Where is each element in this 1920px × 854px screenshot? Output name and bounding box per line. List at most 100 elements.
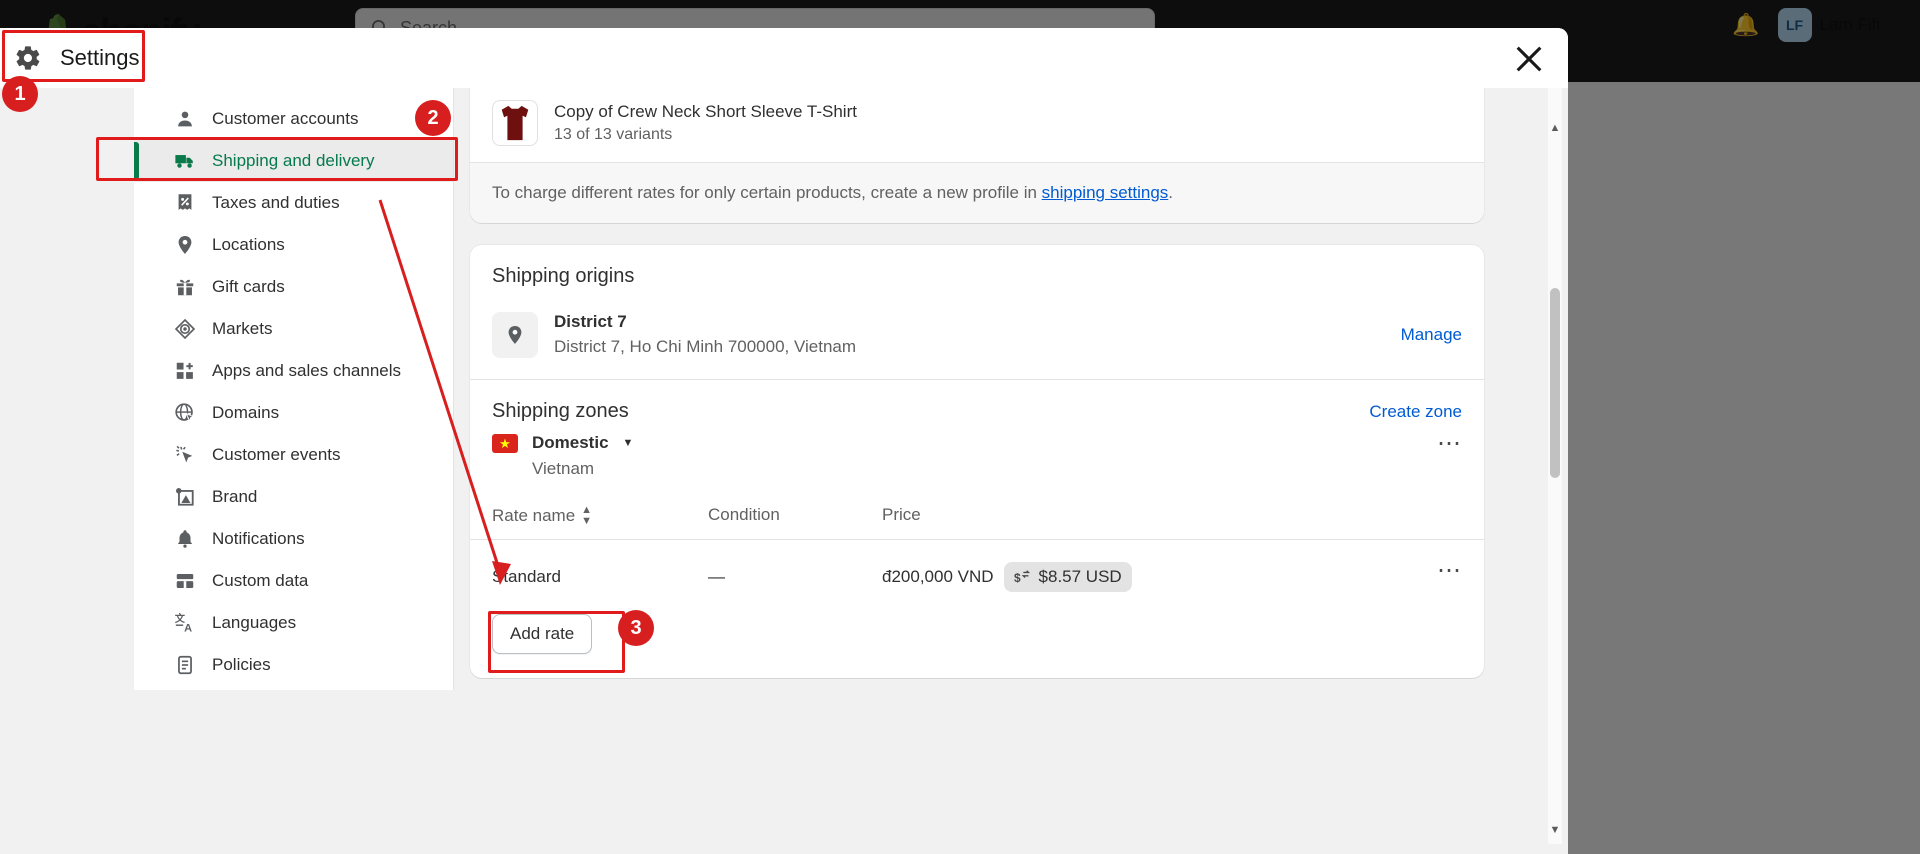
shipping-origins-title: Shipping origins xyxy=(492,265,635,288)
sidebar-item-label: Notifications xyxy=(212,529,305,548)
product-row: Copy of Crew Neck Short Sleeve T-Shirt 1… xyxy=(470,88,1484,162)
sidebar-item-domains[interactable]: Domains xyxy=(134,392,453,434)
annotation-badge-1: 1 xyxy=(2,76,38,112)
sidebar-item-gift-cards[interactable]: Gift cards xyxy=(134,266,453,308)
sidebar-item-policies[interactable]: Policies xyxy=(134,644,453,686)
cell-condition: — xyxy=(708,567,725,587)
database-icon xyxy=(176,574,194,588)
modal-title-group: Settings xyxy=(14,44,140,72)
origin-info: District 7 District 7, Ho Chi Minh 70000… xyxy=(554,310,1385,359)
markets-globe-icon xyxy=(174,318,196,340)
sidebar-item-apps-and-sales-channels[interactable]: Apps and sales channels xyxy=(134,350,453,392)
product-info: Copy of Crew Neck Short Sleeve T-Shirt 1… xyxy=(554,100,857,146)
annotation-badge-3: 3 xyxy=(618,610,654,646)
zone-title-line[interactable]: ★ Domestic ▼ xyxy=(492,433,1462,453)
bell-icon xyxy=(177,530,193,548)
location-pin-icon xyxy=(492,311,538,358)
modal-body: Customer accounts Shipping and delivery xyxy=(0,88,1568,854)
sidebar-item-locations[interactable]: Locations xyxy=(134,224,453,266)
origin-row: District 7 District 7, Ho Chi Minh 70000… xyxy=(470,292,1484,379)
rate-table-header: Rate name ▲ ▼ Condition Price xyxy=(470,505,1484,541)
person-icon xyxy=(178,111,192,127)
sort-arrows-icon[interactable]: ▲ ▼ xyxy=(581,505,592,527)
sidebar-item-languages[interactable]: 文 A Languages xyxy=(134,602,453,644)
product-name: Copy of Crew Neck Short Sleeve T-Shirt xyxy=(554,102,857,121)
price-local: đ200,000 VND xyxy=(882,567,994,587)
sidebar-item-brand[interactable]: Brand xyxy=(134,476,453,518)
settings-content: Copy of Crew Neck Short Sleeve T-Shirt 1… xyxy=(454,88,1568,854)
sidebar-item-label: Custom data xyxy=(212,571,309,590)
origin-name: District 7 xyxy=(554,312,627,332)
sidebar-item-label: Taxes and duties xyxy=(212,193,340,212)
profile-notice: To charge different rates for only certa… xyxy=(470,162,1484,224)
apps-grid-plus-icon xyxy=(176,362,193,379)
settings-modal: Settings Customer accounts Shipping and … xyxy=(0,28,1568,854)
sidebar-item-label: Customer events xyxy=(212,445,341,464)
notice-text-after: . xyxy=(1168,183,1174,203)
sidebar-item-label: Customer accounts xyxy=(212,109,359,128)
sidebar-item-customer-accounts[interactable]: Customer accounts xyxy=(134,98,453,140)
notice-text-before: To charge different rates for only certa… xyxy=(492,183,1042,203)
tshirt-thumbnail xyxy=(492,100,538,147)
sidebar-item-label: Locations xyxy=(212,235,285,254)
cell-price: đ200,000 VND $ $8.57 USD xyxy=(882,562,1462,593)
manage-link[interactable]: Manage xyxy=(1401,325,1462,345)
badge-number: 1 xyxy=(14,82,26,105)
sidebar-item-markets[interactable]: Markets xyxy=(134,308,453,350)
modal-header: Settings xyxy=(0,28,1568,88)
sidebar-item-label: Apps and sales channels xyxy=(212,361,402,380)
column-header-rate-name[interactable]: Rate name ▲ ▼ xyxy=(492,505,708,527)
shipping-origins-header: Shipping origins xyxy=(470,245,1484,292)
sidebar-item-label: Shipping and delivery xyxy=(212,151,375,170)
gift-icon xyxy=(176,279,194,296)
cell-rate-name: Standard xyxy=(492,567,561,587)
badge-number: 2 xyxy=(427,106,439,129)
add-rate-button[interactable]: Add rate xyxy=(492,614,593,655)
sidebar-item-label: Markets xyxy=(212,319,273,338)
scroll-up-arrow[interactable]: ▲ xyxy=(1548,120,1562,136)
scroll-down-arrow[interactable]: ▼ xyxy=(1548,822,1562,838)
modal-title: Settings xyxy=(60,45,140,70)
zone-overflow-menu[interactable]: ⋯ xyxy=(1437,429,1462,458)
sidebar-item-label: Gift cards xyxy=(212,277,285,296)
annotation-badge-2: 2 xyxy=(415,100,451,136)
sidebar-item-custom-data[interactable]: Custom data xyxy=(134,560,453,602)
sidebar-item-shipping-and-delivery[interactable]: Shipping and delivery xyxy=(134,140,453,182)
brand-image-icon xyxy=(176,488,194,506)
settings-sidebar: Customer accounts Shipping and delivery xyxy=(134,88,454,690)
location-pin-icon xyxy=(178,236,192,254)
chevron-down-icon[interactable]: ▼ xyxy=(623,437,634,449)
content-scrollbar[interactable]: ▲ ▼ xyxy=(1548,88,1562,844)
scrollbar-thumb[interactable] xyxy=(1550,288,1560,478)
zone-name: Domestic xyxy=(532,433,609,453)
shipping-zones-header: Shipping zones Create zone xyxy=(470,380,1484,433)
truck-icon xyxy=(175,155,193,168)
create-zone-link[interactable]: Create zone xyxy=(1369,402,1462,422)
table-row: Standard — đ200,000 VND $ $8.57 USD ⋯ xyxy=(470,540,1484,593)
click-sparkle-icon xyxy=(176,445,193,463)
currency-convert-icon: $ xyxy=(1014,570,1030,585)
price-usd-text: $8.57 USD xyxy=(1038,567,1122,587)
sidebar-item-label: Policies xyxy=(212,655,271,674)
shipping-settings-link[interactable]: shipping settings xyxy=(1042,183,1169,202)
column-header-price: Price xyxy=(882,505,921,525)
zone-country: Vietnam xyxy=(532,459,595,479)
price-usd-pill: $ $8.57 USD xyxy=(1003,562,1132,593)
sidebar-item-taxes-and-duties[interactable]: Taxes and duties xyxy=(134,182,453,224)
product-variants: 13 of 13 variants xyxy=(554,125,673,143)
product-profile-card: Copy of Crew Neck Short Sleeve T-Shirt 1… xyxy=(470,88,1484,224)
gear-icon xyxy=(16,46,40,70)
close-icon[interactable] xyxy=(1512,42,1546,76)
shipping-zones-title: Shipping zones xyxy=(492,400,629,423)
sidebar-item-label: Brand xyxy=(212,487,258,506)
globe-cursor-icon xyxy=(175,403,195,423)
svg-text:A: A xyxy=(184,622,192,634)
percent-receipt-icon xyxy=(178,194,192,210)
sidebar-item-label: Domains xyxy=(212,403,280,422)
sidebar-item-customer-events[interactable]: Customer events xyxy=(134,434,453,476)
badge-number: 3 xyxy=(630,616,642,639)
svg-text:$: $ xyxy=(1014,571,1021,585)
rate-overflow-menu[interactable]: ⋯ xyxy=(1437,556,1462,585)
sidebar-item-notifications[interactable]: Notifications xyxy=(134,518,453,560)
scroll-icon xyxy=(178,655,192,675)
